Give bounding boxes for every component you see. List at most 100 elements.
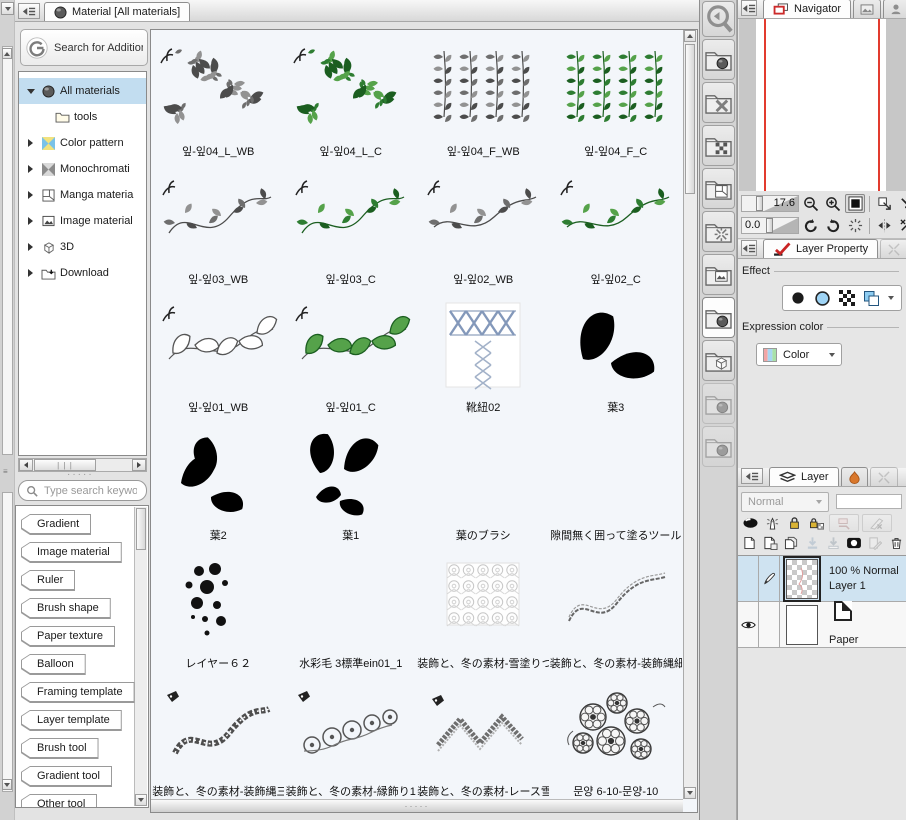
- expander-icon[interactable]: [25, 269, 36, 277]
- actual-size-button[interactable]: [896, 194, 906, 213]
- reference-layer-button[interactable]: [763, 514, 782, 532]
- tree-item-color-pattern[interactable]: Color pattern: [19, 130, 146, 156]
- tag-scrollbar[interactable]: [134, 507, 147, 806]
- tab-collapsed-4[interactable]: [869, 467, 898, 486]
- delete-layer-button[interactable]: [887, 534, 905, 552]
- flip-horizontal-button[interactable]: [874, 216, 894, 235]
- image-material-folder-button[interactable]: [702, 254, 735, 295]
- splitter-dots[interactable]: ·····: [67, 469, 94, 480]
- material-item[interactable]: 装飾と、冬の素材-縁飾り1: [285, 674, 418, 798]
- material-item[interactable]: 葉2: [152, 418, 285, 546]
- material-item[interactable]: 문양 6-10-문양-10: [550, 674, 683, 798]
- tag-gradient[interactable]: Gradient: [21, 514, 92, 535]
- search-additional-materials-button[interactable]: Search for Additional Ma: [20, 29, 148, 66]
- material-item[interactable]: 装飾と、冬の素材-装飾縄細: [550, 546, 683, 674]
- rotate-ccw-button[interactable]: [801, 216, 821, 235]
- all-materials-folder-button[interactable]: [702, 39, 735, 80]
- tab-layer[interactable]: Layer: [769, 467, 839, 486]
- current-materials-folder-button[interactable]: [702, 297, 735, 338]
- ruler-range-button[interactable]: [862, 514, 892, 532]
- scroll-down-button[interactable]: [135, 794, 147, 806]
- materials-folder-b-button[interactable]: [702, 426, 735, 467]
- fit-to-window-button[interactable]: [874, 194, 894, 213]
- tree-item-download[interactable]: Download: [19, 260, 146, 286]
- reset-display-button[interactable]: [896, 216, 906, 235]
- zoom-out-button[interactable]: [801, 194, 821, 213]
- material-item[interactable]: 隙間無く囲って塗るツール: [550, 418, 683, 546]
- search-input[interactable]: [42, 483, 139, 498]
- expander-icon[interactable]: [25, 165, 36, 173]
- panel-menu-icon[interactable]: [741, 468, 763, 484]
- apply-mask-button[interactable]: [866, 534, 884, 552]
- tree-item-monochromati[interactable]: Monochromati: [19, 156, 146, 182]
- tag-other-tool[interactable]: Other tool: [21, 794, 98, 807]
- layer-mask-button[interactable]: [845, 534, 863, 552]
- 3d-material-folder-button[interactable]: [702, 340, 735, 381]
- material-item[interactable]: レイヤー６２: [152, 546, 285, 674]
- material-item[interactable]: 装飾と、冬の素材-装飾縄三つ編: [152, 674, 285, 798]
- tag-balloon[interactable]: Balloon: [21, 654, 86, 675]
- collapsed-panel-edge[interactable]: [2, 46, 13, 455]
- expander-icon[interactable]: [25, 139, 36, 147]
- grid-footer-grip[interactable]: ·····: [151, 799, 683, 812]
- material-item[interactable]: 잎-잎04_L_WB: [152, 34, 285, 162]
- rotate-slider[interactable]: 0.0: [741, 217, 799, 234]
- effect-dropdown-arrow[interactable]: [888, 296, 894, 300]
- tree-item-all-materials[interactable]: All materials: [19, 78, 146, 104]
- tone-effect-button[interactable]: [839, 290, 855, 306]
- manga-material-folder-button[interactable]: [702, 168, 735, 209]
- scroll-right-button[interactable]: [132, 459, 146, 471]
- tag-brush-shape[interactable]: Brush shape: [21, 598, 111, 619]
- material-item[interactable]: 잎-잎02_C: [550, 162, 683, 290]
- tag-layer-template[interactable]: Layer template: [21, 710, 122, 731]
- blend-mode-dropdown[interactable]: Normal: [741, 491, 829, 512]
- material-item[interactable]: 잎-잎01_C: [285, 290, 418, 418]
- brush-material-folder-button[interactable]: [702, 211, 735, 252]
- material-item[interactable]: 잎-잎04_F_C: [550, 34, 683, 162]
- layer-visibility-eye-icon[interactable]: [738, 602, 759, 647]
- zoom-slider[interactable]: 17.6: [741, 195, 799, 212]
- tab-collapsed-1[interactable]: [880, 239, 906, 258]
- tree-item-3d[interactable]: 3D: [19, 234, 146, 260]
- layer-color-button[interactable]: [863, 290, 880, 307]
- layer-color-toggle-button[interactable]: [741, 514, 760, 532]
- tree-item-tools[interactable]: tools: [19, 104, 146, 130]
- panel-menu-icon[interactable]: [741, 240, 757, 256]
- clip-to-layer-button[interactable]: [829, 514, 859, 532]
- scrollbar-thumb[interactable]: [685, 44, 695, 194]
- material-item[interactable]: 잎-잎01_WB: [152, 290, 285, 418]
- material-item[interactable]: 葉のブラシ: [417, 418, 550, 546]
- tab-item-bank[interactable]: [883, 0, 906, 18]
- tab-navigator[interactable]: Navigator: [763, 0, 852, 18]
- fit-to-screen-button[interactable]: [845, 194, 865, 213]
- tag-ruler[interactable]: Ruler: [21, 570, 76, 591]
- panel-menu-icon[interactable]: [741, 0, 757, 16]
- collapse-up-button[interactable]: [2, 48, 12, 59]
- scroll-down-button[interactable]: [684, 787, 696, 799]
- material-item[interactable]: 葉3: [550, 290, 683, 418]
- watercolor-edge-button[interactable]: [814, 290, 831, 307]
- material-item[interactable]: 잎-잎04_L_C: [285, 34, 418, 162]
- expander-icon[interactable]: [25, 191, 36, 199]
- tag-framing-template[interactable]: Framing template: [21, 682, 135, 703]
- scrollbar-thumb[interactable]: [136, 508, 146, 550]
- material-item[interactable]: 水彩毛 3標準ein01_1: [285, 546, 418, 674]
- grid-vertical-scrollbar[interactable]: [683, 30, 697, 799]
- layer-row-layer-1[interactable]: 100 % Normal Layer 1: [738, 555, 906, 602]
- lock-layer-button[interactable]: [785, 514, 804, 532]
- rotate-cw-button[interactable]: [823, 216, 843, 235]
- material-item[interactable]: 靴紐02: [417, 290, 550, 418]
- tag-image-material[interactable]: Image material: [21, 542, 122, 563]
- monochromatic-folder-button[interactable]: [702, 82, 735, 123]
- material-item[interactable]: 잎-잎03_WB: [152, 162, 285, 290]
- tag-paper-texture[interactable]: Paper texture: [21, 626, 116, 647]
- expression-color-dropdown[interactable]: Color: [756, 343, 842, 366]
- tab-subview[interactable]: [853, 0, 882, 18]
- layer-row-paper[interactable]: Paper: [738, 601, 906, 648]
- new-folder-button[interactable]: [783, 534, 801, 552]
- collapsed-panel-edge-2[interactable]: [2, 492, 13, 792]
- transfer-to-lower-button[interactable]: [804, 534, 822, 552]
- lock-transparent-button[interactable]: [807, 514, 826, 532]
- navigator-preview[interactable]: [739, 19, 906, 191]
- splitter-grip[interactable]: ≡: [3, 468, 8, 476]
